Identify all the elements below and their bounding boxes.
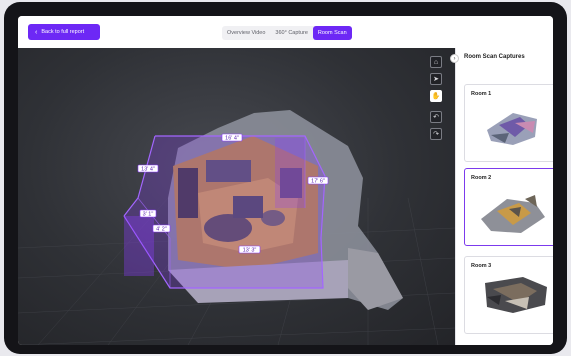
top-bar: ‹ Back to full report Overview Video 360… <box>18 16 553 48</box>
dimension-label-side: 4' 2" <box>152 224 171 233</box>
tablet-frame: ‹ Back to full report Overview Video 360… <box>4 2 567 354</box>
chevron-right-icon: › <box>453 55 456 62</box>
room-card-1[interactable]: Room 1 <box>464 84 553 162</box>
svg-text:13' 3": 13' 3" <box>243 248 257 254</box>
svg-text:16' 4": 16' 4" <box>225 136 239 142</box>
dimension-label-top: 16' 4" <box>221 133 243 142</box>
room-card-3[interactable]: Room 3 <box>464 256 553 334</box>
hand-icon: ✋ <box>431 93 441 100</box>
hand-tool-button[interactable]: ✋ <box>430 90 442 102</box>
dimension-label-right: 17' 6" <box>307 176 329 185</box>
svg-text:4' 2": 4' 2" <box>156 227 167 233</box>
dimension-label-height: 3' 1" <box>139 209 157 218</box>
panel-title: Room Scan Captures <box>464 54 525 60</box>
room-2-thumbnail <box>481 195 545 233</box>
app-screen: ‹ Back to full report Overview Video 360… <box>18 16 553 345</box>
dimension-label-bottom: 13' 3" <box>238 245 261 254</box>
tab-room-scan[interactable]: Room Scan <box>312 26 352 40</box>
redo-button[interactable]: ↷ <box>430 128 442 140</box>
dimension-labels: 16' 4" 13' 4" 17' 6" 3' 1" 4' 2" 13' 3" <box>137 133 329 254</box>
room-scan-viewport[interactable]: 16' 4" 13' 4" 17' 6" 3' 1" 4' 2" 13' 3" … <box>18 48 455 345</box>
room-scan-captures-panel: Room Scan Captures Room 1 Room 2 Room 3 <box>455 48 553 345</box>
tab-360-capture[interactable]: 360° Capture <box>270 26 312 40</box>
tag-tool-button[interactable]: ⌂ <box>430 56 442 68</box>
redo-icon: ↷ <box>433 131 439 138</box>
tab-overview-video[interactable]: Overview Video <box>222 26 270 40</box>
room-3-thumbnail <box>485 277 547 313</box>
room-1-thumbnail <box>487 113 537 145</box>
pointer-tool-button[interactable]: ➤ <box>430 73 442 85</box>
collapse-panel-button[interactable]: › <box>450 54 459 63</box>
pointer-icon: ➤ <box>433 76 439 83</box>
room-card-2[interactable]: Room 2 <box>464 168 553 246</box>
back-button-label: Back to full report <box>41 29 85 35</box>
back-to-report-button[interactable]: ‹ Back to full report <box>28 24 100 40</box>
svg-text:13' 4": 13' 4" <box>141 167 155 173</box>
chevron-left-icon: ‹ <box>35 28 38 36</box>
undo-icon: ↶ <box>433 114 439 121</box>
tag-icon: ⌂ <box>433 58 439 66</box>
svg-text:3' 1": 3' 1" <box>143 212 154 218</box>
view-tabs: Overview Video 360° Capture Room Scan <box>222 26 352 40</box>
undo-button[interactable]: ↶ <box>430 111 442 123</box>
dimension-label-left: 13' 4" <box>137 164 159 173</box>
svg-text:17' 6": 17' 6" <box>311 179 325 185</box>
